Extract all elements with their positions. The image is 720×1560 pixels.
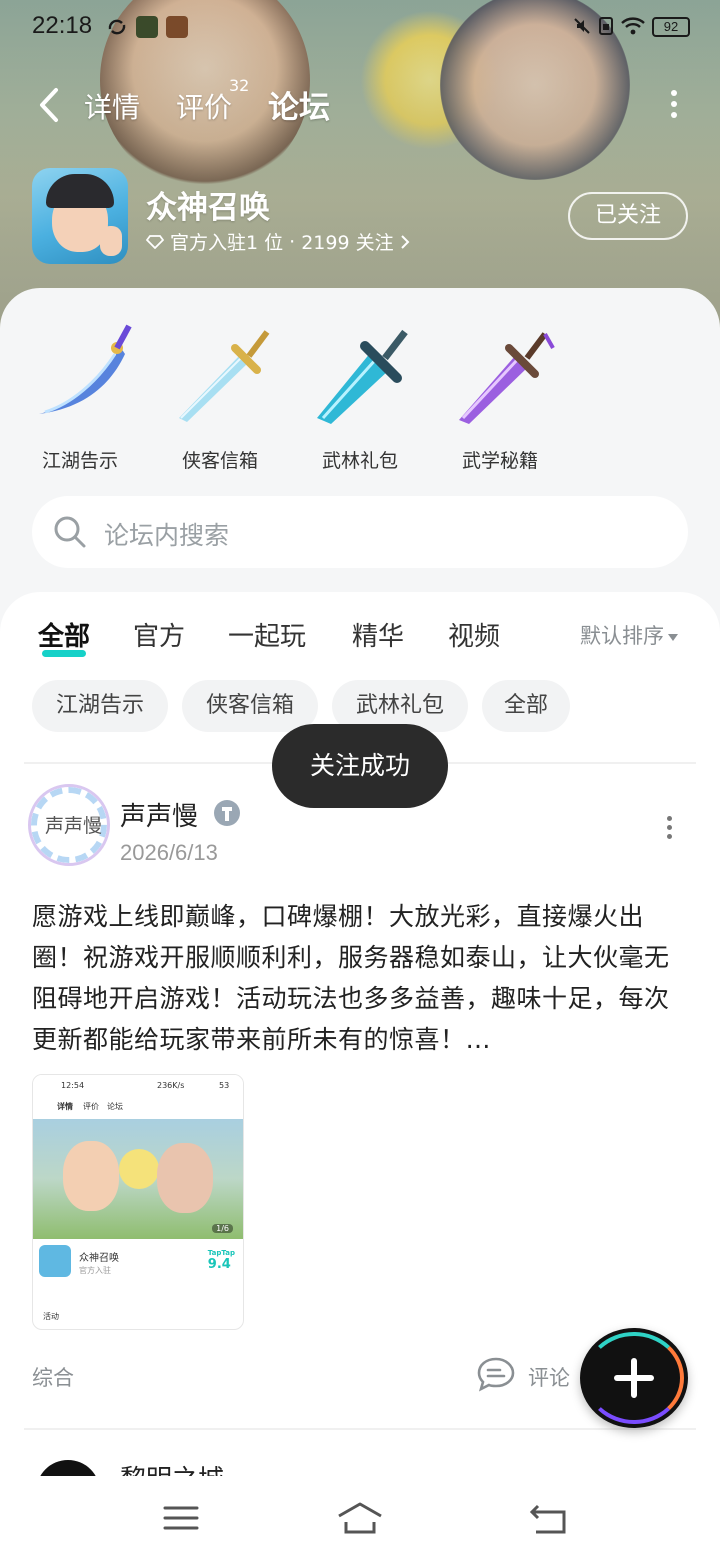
status-bar: 22:18 92 [0,0,720,56]
search-placeholder: 论坛内搜索 [104,521,230,550]
quick-link-label: 江湖告示 [41,450,118,472]
forum-search-bar[interactable]: 论坛内搜索 [32,496,688,568]
diamond-icon [146,234,164,249]
sim-icon [599,17,613,35]
post-category[interactable]: 综合 [32,1362,74,1392]
back-arrow-icon[interactable] [30,80,70,130]
quick-link-manual[interactable]: 武学秘籍 [440,318,560,473]
more-options-icon[interactable] [668,90,680,120]
user-level-icon [214,800,240,826]
game-icon[interactable] [32,168,128,264]
post-date: 2026/6/13 [120,840,218,865]
thumb-status: 12:54 236K/s 53 详情 评价 论坛 [33,1075,243,1119]
tab-reviews[interactable]: 评价 [176,86,232,126]
game-meta[interactable]: 官方入驻1 位 · 2199 关注 [146,228,410,255]
system-nav-bar [0,1476,720,1560]
feed-tab-official[interactable]: 官方 [133,616,185,653]
avatar[interactable]: 声声慢 [28,784,110,866]
create-post-button[interactable] [580,1328,688,1428]
toast-message: 关注成功 [272,724,448,808]
filter-chip[interactable]: 侠客信箱 [182,680,318,732]
post-more-icon[interactable] [664,816,674,842]
chevron-right-icon [400,234,410,249]
dropdown-arrow-icon [668,633,678,641]
post-image-thumbnail[interactable]: 12:54 236K/s 53 详情 评价 论坛 1/6 众神召唤 官方入驻 活… [32,1074,244,1330]
search-icon [54,516,86,548]
notification-app-icon [136,16,158,38]
feed-tab-video[interactable]: 视频 [448,616,500,653]
thumb-score: TapTap 9.4 [207,1249,235,1272]
quick-link-label: 侠客信箱 [181,450,258,472]
sort-label: 默认排序 [580,624,664,648]
battery-indicator: 92 [652,17,690,37]
reviews-count-badge: 32 [229,76,250,95]
status-time: 22:18 [32,12,93,39]
quick-link-label: 武学秘籍 [461,450,538,472]
meta-separator: · [289,230,296,253]
quick-link-gift[interactable]: 武林礼包 [300,318,420,473]
sort-dropdown[interactable]: 默认排序 [580,620,678,650]
official-count: 官方入驻1 位 [170,232,284,254]
sync-icon [108,19,126,35]
feed-tab-play-together[interactable]: 一起玩 [228,616,306,653]
filter-chip[interactable]: 全部 [482,680,570,732]
sword-icon [179,330,270,422]
broadsword-icon [317,329,408,424]
quick-link-label: 武林礼包 [321,450,398,472]
followed-button[interactable]: 已关注 [568,192,688,240]
filter-chip[interactable]: 江湖告示 [32,680,168,732]
post-body[interactable]: 愿游戏上线即巅峰，口碑爆棚！大放光彩，直接爆火出圈！祝游戏开服顺顺利利，服务器稳… [32,896,688,1060]
tab-details[interactable]: 详情 [84,86,140,126]
thumb-artwork: 1/6 [33,1119,243,1239]
avatar-text: 声声慢 [45,815,103,837]
purple-sword-icon [459,332,555,424]
top-nav: 详情 评价 32 论坛 [0,70,720,140]
wifi-icon [621,17,645,35]
feed-tab-all[interactable]: 全部 [38,616,90,657]
curved-blade-icon [39,324,132,414]
home-icon[interactable] [336,1500,384,1536]
back-icon[interactable] [528,1500,568,1536]
quick-link-mailbox[interactable]: 侠客信箱 [160,318,280,473]
feed-tab-featured[interactable]: 精华 [352,616,404,653]
divider [24,1428,696,1430]
menu-icon[interactable] [162,1500,200,1536]
post-author[interactable]: 声声慢 [120,796,198,833]
follower-count: 2199 关注 [301,232,394,254]
game-title: 众神召唤 [146,190,270,226]
comment-label[interactable]: 评论 [528,1362,570,1392]
comment-icon[interactable] [476,1356,516,1392]
quick-link-notices[interactable]: 江湖告示 [20,318,140,473]
mute-icon [574,18,590,34]
tab-forum[interactable]: 论坛 [266,82,332,127]
notification-game-icon [166,16,188,38]
